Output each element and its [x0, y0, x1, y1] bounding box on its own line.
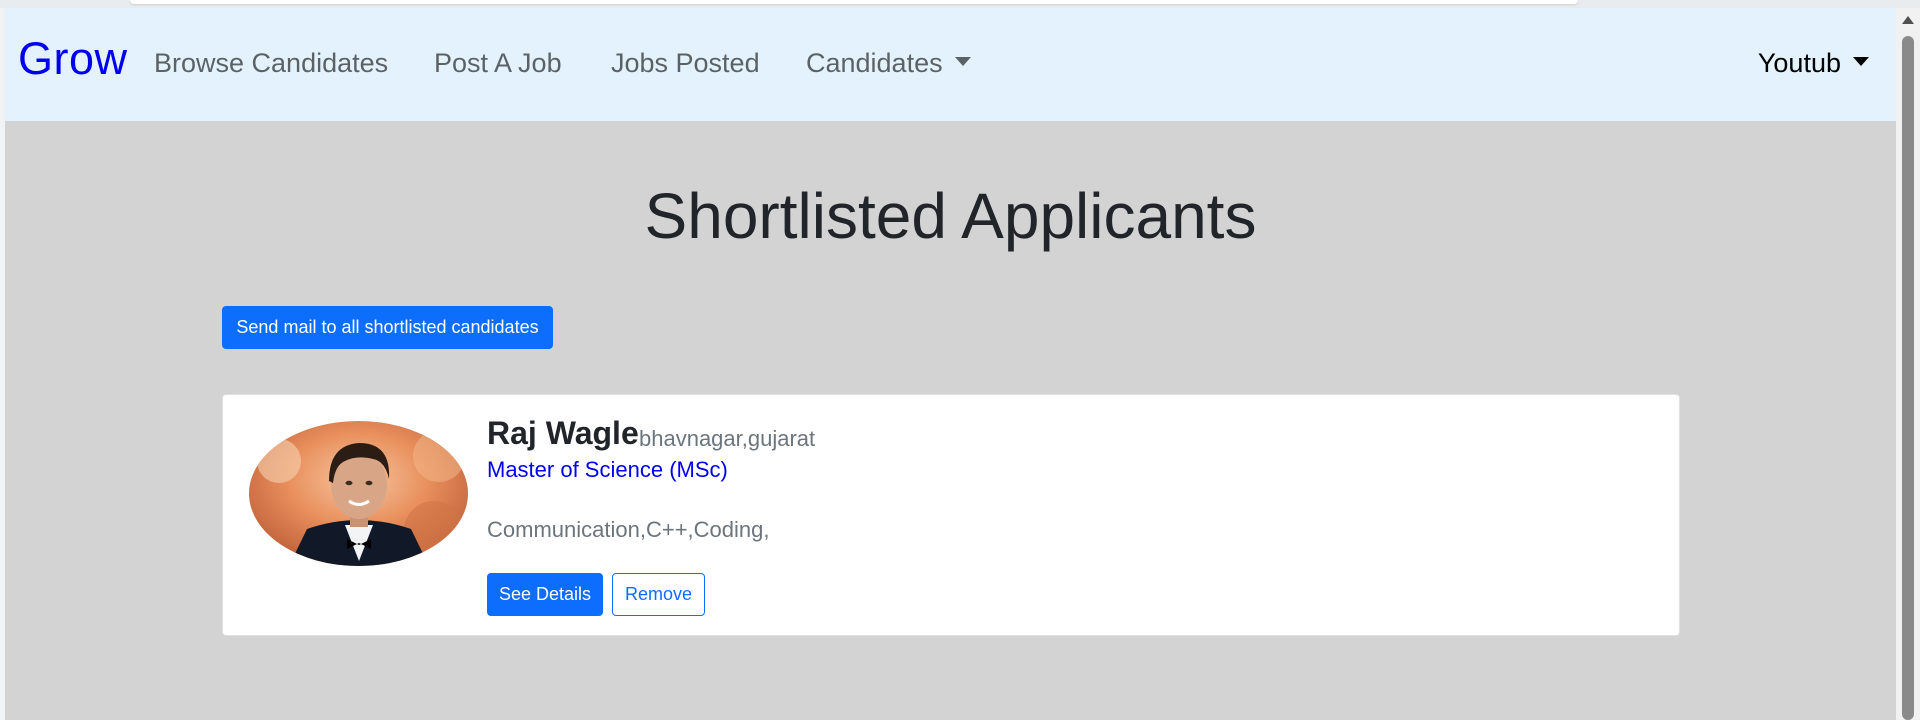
navbar: Grow Browse Candidates Post A Job Jobs P… [5, 8, 1896, 121]
chevron-down-icon [1853, 57, 1869, 67]
nav-candidates-label: Candidates [806, 48, 943, 78]
scroll-up-arrow-icon[interactable] [1902, 16, 1914, 24]
candidate-avatar [249, 421, 468, 566]
candidate-card: Raj Wagle bhavnagar,gujarat Master of Sc… [222, 394, 1680, 636]
candidate-name: Raj Wagle [487, 415, 639, 451]
page: Grow Browse Candidates Post A Job Jobs P… [5, 8, 1896, 720]
nav-browse-candidates[interactable]: Browse Candidates [154, 50, 388, 77]
candidate-degree: Master of Science (MSc) [487, 457, 728, 482]
browser-address-bar-edge [130, 0, 1578, 4]
send-mail-all-button[interactable]: Send mail to all shortlisted candidates [222, 306, 553, 349]
browser-top-strip [0, 0, 1920, 8]
candidate-skills: Communication,C++,Coding, [487, 517, 770, 542]
candidate-location: bhavnagar,gujarat [639, 426, 816, 451]
nav-candidates-dropdown[interactable]: Candidates [806, 50, 971, 77]
nav-jobs-posted[interactable]: Jobs Posted [611, 50, 760, 77]
nav-post-a-job[interactable]: Post A Job [434, 50, 562, 77]
user-menu-dropdown[interactable]: Youtub [1758, 50, 1869, 77]
remove-button[interactable]: Remove [612, 573, 705, 616]
vertical-scrollbar[interactable] [1896, 8, 1920, 720]
see-details-button[interactable]: See Details [487, 573, 603, 616]
user-name: Youtub [1757, 48, 1841, 78]
brand-logo[interactable]: Grow [18, 36, 128, 81]
chevron-down-icon [954, 57, 971, 67]
page-title: Shortlisted Applicants [644, 180, 1257, 252]
scrollbar-thumb[interactable] [1902, 36, 1914, 720]
